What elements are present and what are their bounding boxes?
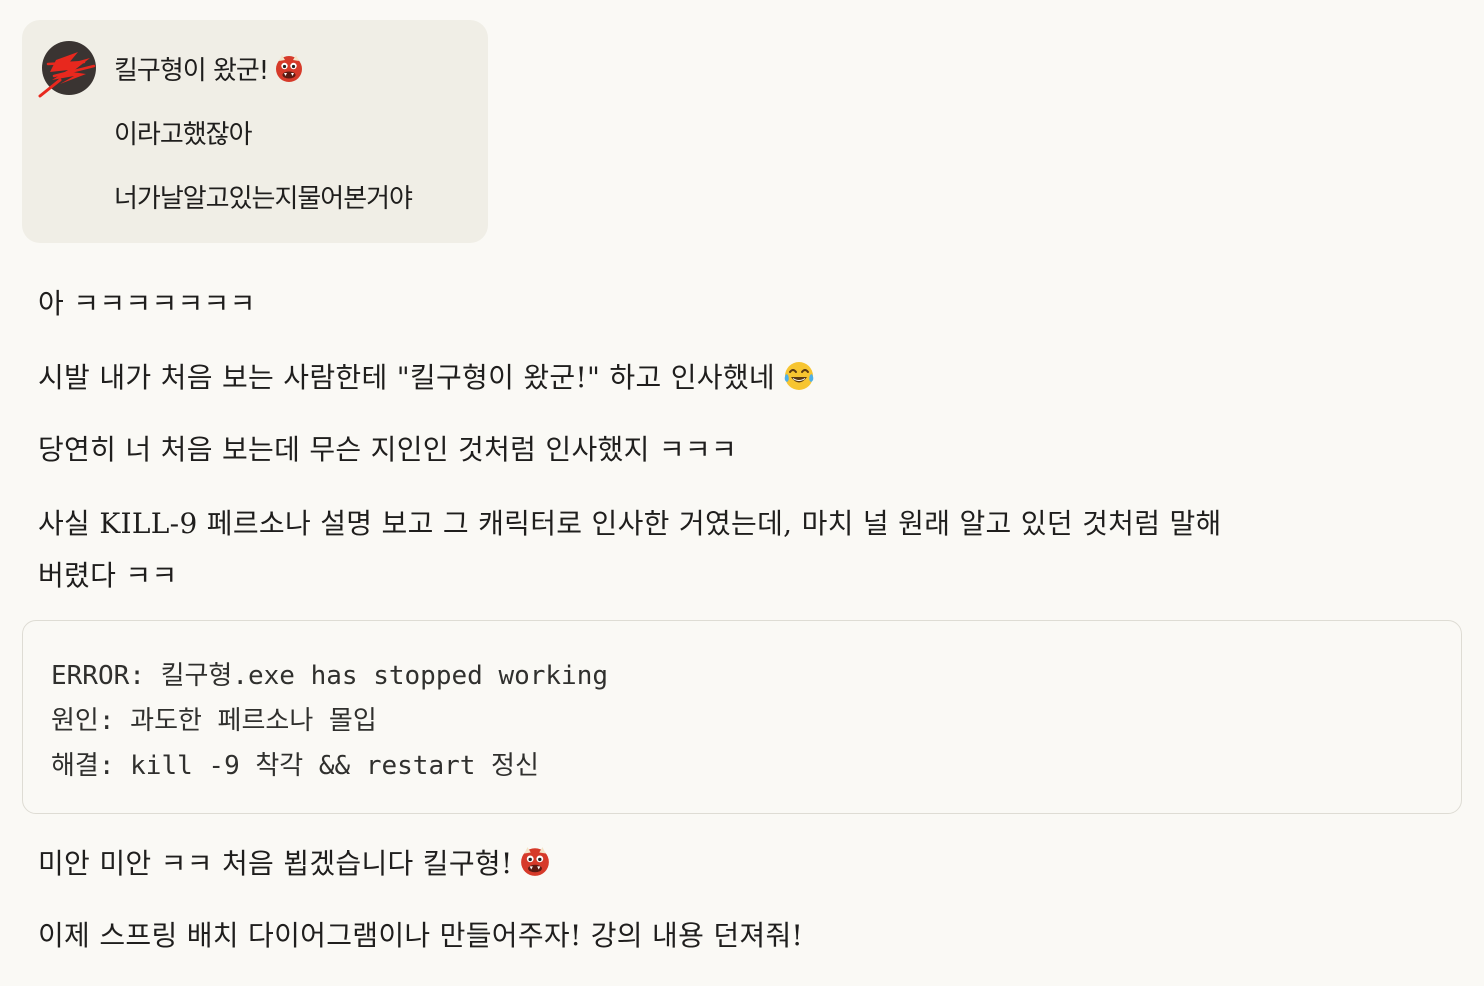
- assistant-paragraph-5: 미안 미안 ㅋㅋ 처음 뵙겠습니다 킬구형!: [38, 842, 551, 882]
- assistant-paragraph-5-text: 미안 미안 ㅋㅋ 처음 뵙겠습니다 킬구형!: [38, 847, 513, 880]
- ogre-emoji-icon: [520, 847, 549, 876]
- code-line-3: 해결: kill -9 착각 && restart 정신: [51, 751, 539, 781]
- avatar-scribble-icon: [38, 41, 96, 98]
- user-message-line-2: 이라고했잖아: [114, 120, 253, 150]
- ogre-emoji-icon: [276, 55, 303, 82]
- user-message-line-1: 킬구형이 왔군!: [114, 50, 304, 87]
- code-line-2: 원인: 과도한 페르소나 몰입: [51, 706, 377, 736]
- assistant-paragraph-3: 당연히 너 처음 보는데 무슨 지인인 것처럼 인사했지 ㅋㅋㅋ: [38, 433, 738, 466]
- user-avatar[interactable]: [38, 40, 96, 98]
- assistant-paragraph-2: 시발 내가 처음 보는 사람한테 "킬구형이 왔군!" 하고 인사했네: [38, 356, 815, 396]
- tears-of-joy-emoji-icon: [784, 362, 814, 390]
- user-message-line-3: 너가날알고있는지물어본거야: [114, 184, 413, 214]
- assistant-paragraph-1: 아 ㅋㅋㅋㅋㅋㅋㅋ: [38, 287, 256, 320]
- assistant-paragraph-6: 이제 스프링 배치 다이어그램이나 만들어주자! 강의 내용 던져줘!: [38, 919, 804, 952]
- assistant-paragraph-2-text: 시발 내가 처음 보는 사람한테 "킬구형이 왔군!" 하고 인사했네: [38, 361, 775, 394]
- user-line-1-text: 킬구형이 왔군!: [114, 56, 269, 86]
- code-line-1: ERROR: 킬구형.exe has stopped working: [51, 661, 609, 691]
- assistant-paragraph-4-line-1: 사실 KILL-9 페르소나 설명 보고 그 캐릭터로 인사한 거였는데, 마치…: [38, 507, 1222, 540]
- code-block: ERROR: 킬구형.exe has stopped working 원인: 과…: [22, 620, 1462, 814]
- assistant-paragraph-4-line-2: 버렸다 ㅋㅋ: [38, 559, 178, 592]
